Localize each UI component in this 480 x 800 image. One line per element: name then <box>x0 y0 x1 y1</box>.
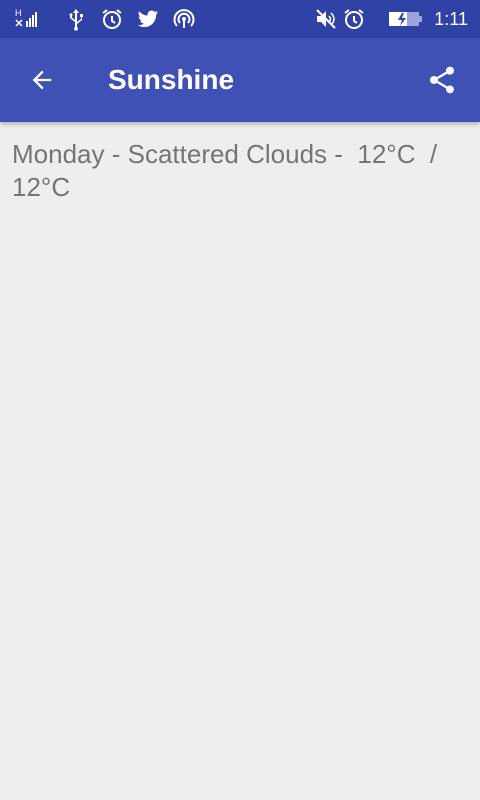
back-button[interactable] <box>18 56 66 104</box>
detail-content: Monday - Scattered Clouds - 12°C / 12°C <box>12 138 468 204</box>
page-title: Sunshine <box>108 64 235 95</box>
arrow-back-icon <box>32 70 52 90</box>
signal-icon: H <box>14 7 38 31</box>
status-time: 1:11 <box>434 9 468 29</box>
share-button[interactable] <box>418 56 466 104</box>
hotspot-icon <box>172 7 196 31</box>
twitter-icon <box>136 7 160 31</box>
mute-icon <box>314 7 338 31</box>
usb-icon <box>64 7 88 31</box>
app-bar: Sunshine <box>0 38 480 122</box>
alarm-icon <box>342 7 366 31</box>
battery-icon <box>388 7 424 31</box>
forecast-text: Monday - Scattered Clouds - 12°C / 12°C <box>12 139 452 202</box>
signal-badge: H <box>15 8 22 18</box>
share-icon <box>430 66 454 94</box>
status-bar: H 1:11 <box>0 0 480 38</box>
alarm-icon <box>100 7 124 31</box>
